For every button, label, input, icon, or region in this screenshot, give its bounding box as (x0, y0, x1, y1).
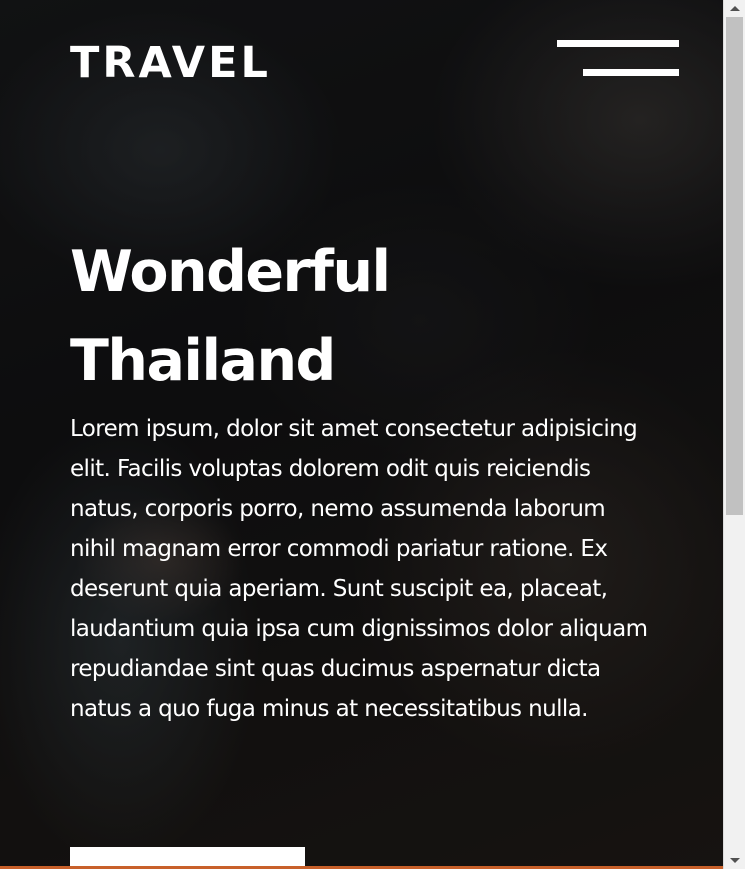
menu-toggle-button[interactable] (556, 38, 680, 80)
hero-description: Lorem ipsum, dolor sit amet consectetur … (70, 416, 648, 722)
hero-title: Wonderful Thailand (70, 228, 660, 406)
scroll-up-arrow-icon[interactable] (724, 0, 745, 17)
site-logo[interactable]: TRAVEL (70, 36, 271, 90)
hamburger-menu-icon (557, 40, 679, 47)
hamburger-menu-icon-bar (583, 69, 679, 76)
hero-section: TRAVEL Wonderful Thailand Lorem ipsum, d… (0, 0, 723, 869)
scrollbar-thumb[interactable] (726, 17, 743, 515)
scroll-down-arrow-icon[interactable] (724, 852, 745, 869)
hero-title-line2: Thailand (70, 328, 336, 394)
hero-title-line1: Wonderful (70, 239, 391, 305)
hero-content: Wonderful Thailand Lorem ipsum, dolor si… (70, 228, 660, 729)
vertical-scrollbar[interactable] (723, 0, 745, 869)
